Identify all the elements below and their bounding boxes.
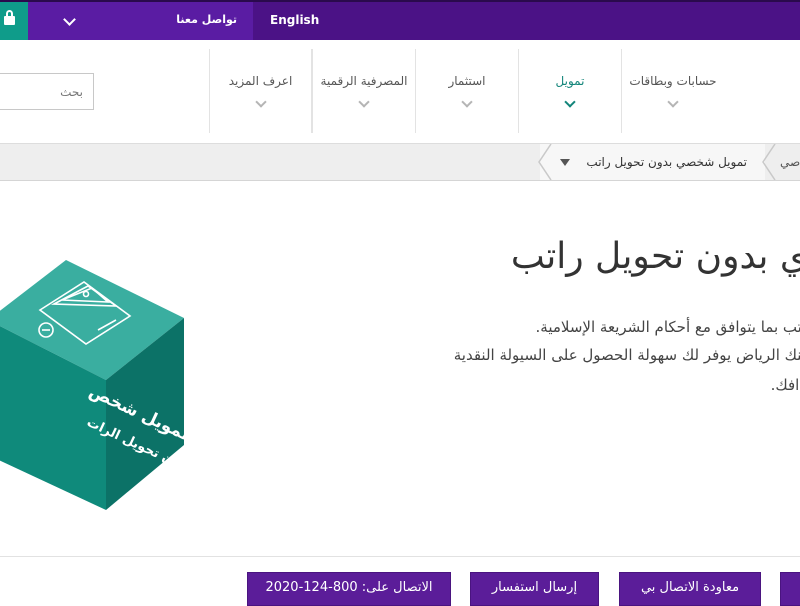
footer-divider <box>0 556 800 557</box>
language-english-link[interactable]: English <box>270 13 319 27</box>
nav-item-learn-more[interactable]: اعرف المزيد <box>209 49 312 133</box>
hero-description-line: اتب بما يتوافق مع أحكام الشريعة الإسلامي… <box>535 318 800 336</box>
nav-item-label: حسابات وبطاقات <box>629 74 717 88</box>
hero-description-line: دافك. <box>770 376 800 394</box>
top-bar: تواصل معنا English <box>0 0 800 40</box>
secure-login-tab[interactable] <box>0 2 28 40</box>
nav-item-label: استثمار <box>448 74 486 88</box>
breadcrumb: تمويل شخصي بدون تحويل راتب صي <box>0 144 800 181</box>
nav-item-accounts-cards[interactable]: حسابات وبطاقات <box>621 49 724 133</box>
breadcrumb-current-label: تمويل شخصي بدون تحويل راتب <box>586 155 747 169</box>
main-nav: حسابات وبطاقات تمويل استثمار المصرفية ال… <box>0 40 800 144</box>
chevron-down-icon[interactable] <box>63 13 76 26</box>
chevron-down-icon <box>564 96 576 108</box>
nav-item-label: اعرف المزيد <box>228 74 293 88</box>
nav-item-label: المصرفية الرقمية <box>320 74 408 88</box>
chevron-down-icon <box>667 96 679 108</box>
nav-item-investment[interactable]: استثمار <box>415 49 518 133</box>
nav-item-digital-banking[interactable]: المصرفية الرقمية <box>312 49 415 133</box>
chevron-down-icon <box>461 96 473 108</box>
nav-item-finance[interactable]: تمويل <box>518 49 621 133</box>
product-cube-illustration: تمويل شخص بدون تحويل الرات <box>0 260 188 510</box>
breadcrumb-current[interactable]: تمويل شخصي بدون تحويل راتب <box>540 144 765 180</box>
breadcrumb-previous-link[interactable]: صي <box>780 155 800 169</box>
call-number-button[interactable]: الاتصال على: 800-124-2020 <box>247 572 451 606</box>
apply-button[interactable] <box>780 572 800 606</box>
hero-description-line: بنك الرياض يوفر لك سهولة الحصول على السي… <box>453 346 800 364</box>
chevron-down-icon <box>255 96 267 108</box>
dropdown-triangle-icon[interactable] <box>560 159 570 166</box>
breadcrumb-separator-icon <box>538 144 552 180</box>
search-input[interactable] <box>0 73 94 110</box>
chevron-down-icon <box>358 96 370 108</box>
lock-icon <box>4 10 15 25</box>
request-callback-button[interactable]: معاودة الاتصال بي <box>619 572 761 606</box>
page-title: ي بدون تحويل راتب <box>510 236 800 277</box>
nav-item-label: تمويل <box>555 74 585 88</box>
contact-us-link[interactable]: تواصل معنا <box>176 13 237 26</box>
send-inquiry-button[interactable]: إرسال استفسار <box>470 572 599 606</box>
